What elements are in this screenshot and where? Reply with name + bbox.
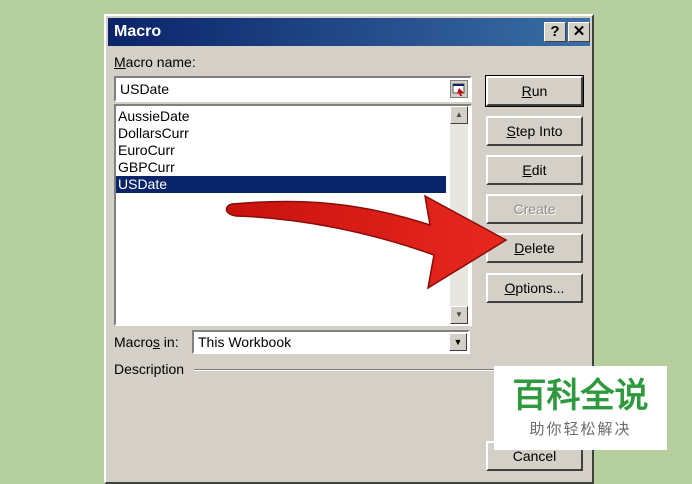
chevron-down-icon[interactable]: ▼ (449, 333, 467, 351)
dialog-title: Macro (114, 23, 162, 40)
macro-list-item[interactable]: AussieDate (116, 108, 446, 125)
macro-list-item[interactable]: DollarsCurr (116, 125, 446, 142)
close-button[interactable]: ✕ (568, 22, 590, 42)
step-into-button-label: tep Into (515, 123, 563, 139)
edit-button[interactable]: Edit (486, 155, 583, 185)
macro-list-item[interactable]: USDate (116, 176, 446, 193)
scroll-up-icon[interactable]: ▲ (450, 106, 468, 124)
macro-name-input[interactable] (118, 79, 442, 99)
description-label: Description (114, 361, 185, 377)
run-button-label: un (531, 83, 548, 99)
macro-name-label-text: acro name: (125, 54, 196, 70)
macro-list-item[interactable]: EuroCurr (116, 142, 446, 159)
options-button-label: ptions... (515, 280, 565, 296)
macro-list-items: AussieDate DollarsCurr EuroCurr GBPCurr USDa… (116, 108, 450, 308)
create-button: Create (486, 194, 583, 224)
macro-name-label: Macro name: (114, 54, 196, 70)
delete-button[interactable]: Delete (486, 233, 583, 263)
run-button[interactable]: Run (485, 75, 584, 107)
macros-in-value: This Workbook (198, 334, 292, 350)
edit-button-label: dit (531, 162, 547, 178)
options-button[interactable]: Options... (486, 273, 583, 303)
watermark-sub-text: 助你轻松解决 (529, 421, 632, 438)
watermark-main-text: 百科全说 (512, 377, 649, 415)
title-bar[interactable]: Macro ? ✕ (108, 18, 590, 46)
step-into-button[interactable]: Step Into (486, 116, 583, 146)
delete-button-label: elete (524, 240, 555, 256)
help-button[interactable]: ? (544, 22, 566, 42)
macro-list-item[interactable]: GBPCurr (116, 159, 446, 176)
macro-list-scrollbar[interactable]: ▲ ▼ (450, 106, 468, 324)
collapse-dialog-icon[interactable] (450, 80, 468, 98)
watermark-logo: 百科全说 助你轻松解决 (494, 366, 667, 450)
macro-name-field[interactable] (114, 76, 472, 102)
macro-list[interactable]: AussieDate DollarsCurr EuroCurr GBPCurr USDa… (114, 104, 472, 326)
macros-in-label: Macros in: (114, 334, 179, 350)
macros-in-select[interactable]: This Workbook ▼ (192, 330, 470, 354)
scroll-down-icon[interactable]: ▼ (450, 306, 468, 324)
